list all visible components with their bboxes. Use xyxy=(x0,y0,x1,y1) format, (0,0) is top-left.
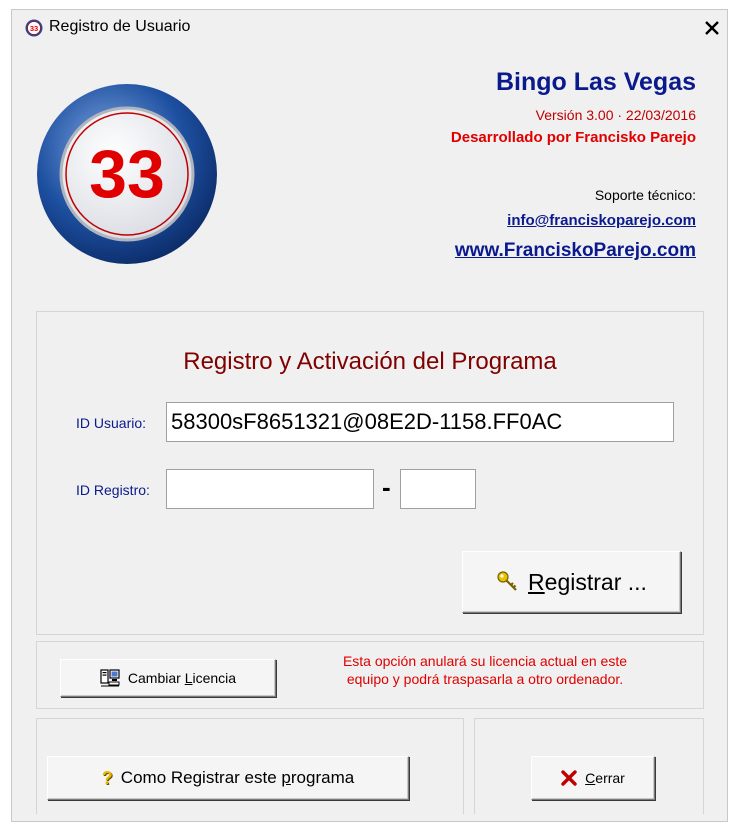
registration-dialog: 33 Registro de Usuario 33 Bingo Las Vega… xyxy=(11,9,728,822)
change-license-label-prefix: Cambiar xyxy=(127,670,185,686)
close-icon xyxy=(705,21,719,35)
close-button[interactable]: Cerrar xyxy=(531,756,655,800)
window-title: Registro de Usuario xyxy=(49,18,191,35)
red-x-icon xyxy=(561,770,577,786)
version-text: Versión 3.00 · 22/03/2016 xyxy=(535,107,696,123)
reg-id-field-1[interactable] xyxy=(166,469,374,509)
how-to-register-button[interactable]: ? Como Registrar este programa xyxy=(47,756,409,800)
user-id-field[interactable]: 58300sF8651321@08E2D-1158.FF0AC xyxy=(166,402,674,442)
registration-group: Registro y Activación del Programa ID Us… xyxy=(36,311,704,635)
user-id-label: ID Usuario: xyxy=(76,415,147,431)
help-group: ? Como Registrar este programa xyxy=(36,718,464,814)
license-warning-note: Esta opción anulará su licencia actual e… xyxy=(285,652,685,688)
register-access-key: R xyxy=(528,568,545,595)
computer-network-icon xyxy=(100,669,120,687)
bingo-ball-logo: 33 xyxy=(37,84,217,264)
reg-id-field-2[interactable] xyxy=(400,469,476,509)
license-group: Cambiar Licencia Esta opción anulará su … xyxy=(36,641,704,709)
logo-number: 33 xyxy=(89,136,165,212)
change-license-access-key: L xyxy=(184,670,193,686)
registration-heading: Registro y Activación del Programa xyxy=(183,348,557,375)
how-to-register-label-rest: rograma xyxy=(290,768,355,787)
reg-id-label: ID Registro: xyxy=(76,482,150,498)
question-mark-icon: ? xyxy=(101,767,113,788)
how-to-register-label-prefix: Como Registrar este xyxy=(120,768,282,787)
register-button[interactable]: Registrar ... xyxy=(462,551,681,613)
how-to-register-access-key: p xyxy=(281,768,291,787)
license-note-line-1: Esta opción anulará su licencia actual e… xyxy=(342,653,628,669)
support-label: Soporte técnico: xyxy=(594,187,696,203)
change-license-label-rest: icencia xyxy=(192,670,237,686)
close-access-key: C xyxy=(585,770,596,786)
website-link[interactable]: www.FranciskoParejo.com xyxy=(455,240,696,262)
key-icon xyxy=(497,571,517,591)
license-note-line-2: equipo y podrá traspasarla a otro ordena… xyxy=(346,671,624,687)
close-window-button[interactable] xyxy=(701,17,723,39)
support-email-link[interactable]: info@franciskoparejo.com xyxy=(507,212,696,229)
title-bar[interactable]: 33 Registro de Usuario xyxy=(12,10,727,46)
reg-id-separator: - xyxy=(382,472,391,502)
app-name: Bingo Las Vegas xyxy=(495,68,696,96)
change-license-button[interactable]: Cambiar Licencia xyxy=(60,659,276,697)
svg-text:33: 33 xyxy=(30,24,38,33)
developer-text: Desarrollado por Francisko Parejo xyxy=(450,129,696,146)
register-button-label: egistrar ... xyxy=(544,568,647,595)
close-group: Cerrar xyxy=(474,718,704,814)
close-label-rest: errar xyxy=(595,770,625,786)
bingo-ball-33-icon: 33 xyxy=(25,19,43,37)
